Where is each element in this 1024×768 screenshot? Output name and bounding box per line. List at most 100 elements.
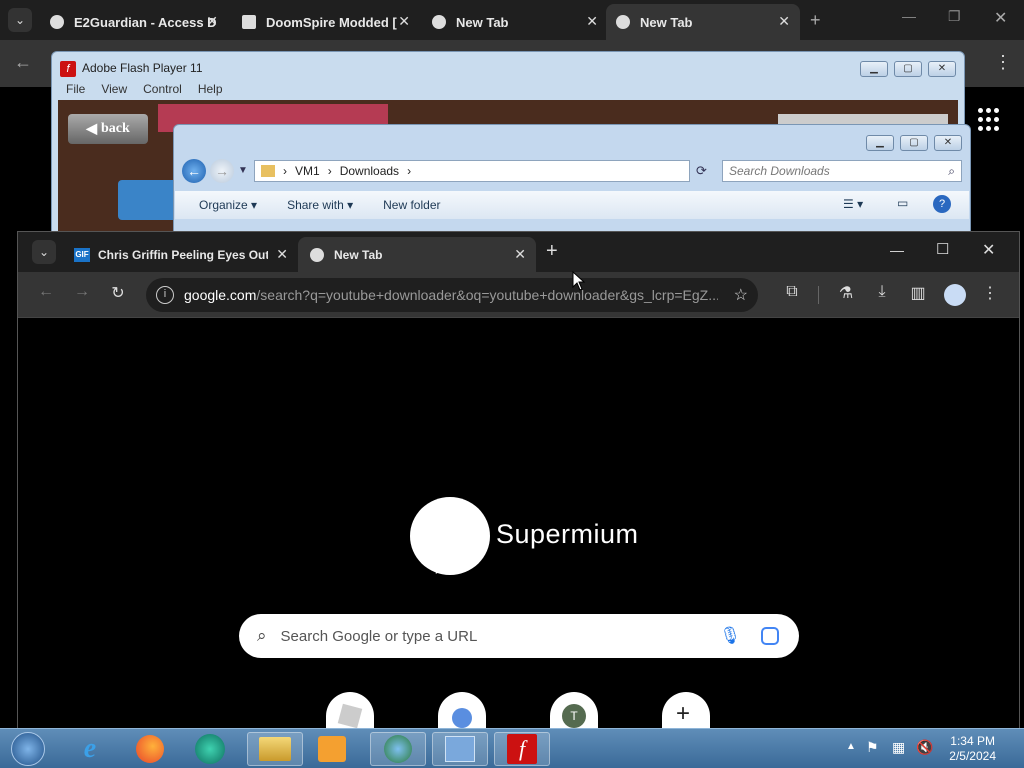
action-center-flag-icon[interactable]: ⚑ — [866, 739, 879, 756]
taskbar-explorer[interactable] — [247, 732, 303, 766]
close-window-icon[interactable]: ✕ — [994, 8, 1007, 28]
forward-arrow-icon[interactable]: → — [210, 159, 234, 183]
breadcrumb-vm1[interactable]: VM1 — [295, 164, 320, 178]
close-button[interactable]: ✕ — [934, 135, 962, 151]
tab-search-chevron-icon[interactable]: ⌄ — [32, 240, 56, 264]
start-button[interactable] — [6, 732, 50, 766]
back-arrow-icon[interactable]: ← — [182, 159, 206, 183]
history-chevron-icon[interactable]: ▼ — [238, 165, 248, 176]
bg-tab-new-tab-active[interactable]: New Tab ✕ — [606, 4, 800, 40]
menu-file[interactable]: File — [58, 82, 93, 100]
plus-icon: + — [676, 700, 691, 727]
close-window-icon[interactable]: ✕ — [982, 240, 995, 260]
globe-icon — [384, 735, 412, 763]
add-shortcut-button[interactable]: + — [662, 692, 710, 732]
back-arrow-icon[interactable]: ← — [34, 283, 58, 301]
maximize-button[interactable]: ▢ — [894, 61, 922, 77]
share-with-button[interactable]: Share with ▾ — [287, 198, 353, 212]
shortcut-tile[interactable] — [326, 692, 374, 732]
reload-icon[interactable]: ↻ — [106, 283, 130, 303]
profile-avatar-icon[interactable] — [944, 284, 966, 306]
taskbar-firefox[interactable] — [128, 732, 172, 766]
preview-pane-icon[interactable]: ▭ — [897, 196, 908, 210]
back-button[interactable]: ◀ back — [68, 114, 148, 144]
chevron-right-icon: › — [283, 164, 287, 178]
bg-tab-doomspire[interactable]: DoomSpire Modded [ ✕ — [232, 4, 420, 40]
extensions-icon[interactable]: ⧉ — [780, 283, 804, 301]
menu-dots-icon[interactable]: ⋮ — [978, 283, 1002, 303]
menu-control[interactable]: Control — [135, 82, 190, 100]
apps-grid-icon[interactable] — [978, 108, 1002, 132]
taskbar-media[interactable] — [310, 732, 354, 766]
shortcut-tile[interactable] — [438, 692, 486, 732]
view-options-icon[interactable]: ☰ ▾ — [843, 197, 863, 211]
mouse-cursor-icon — [572, 271, 586, 291]
minimize-icon[interactable]: — — [902, 8, 916, 24]
minimize-button[interactable]: ▁ — [860, 61, 888, 77]
minimize-button[interactable]: ▁ — [866, 135, 894, 151]
search-icon: ⌕ — [257, 626, 267, 645]
close-icon[interactable]: ✕ — [276, 246, 288, 263]
restore-icon[interactable]: ❐ — [948, 8, 961, 25]
site-info-icon[interactable]: i — [156, 286, 174, 304]
labs-flask-icon[interactable]: ⚗ — [834, 283, 858, 303]
omnibox[interactable]: i google.com/search?q=youtube+downloader… — [146, 278, 758, 312]
new-tab-plus-icon[interactable]: + — [546, 240, 558, 263]
close-icon[interactable]: ✕ — [514, 246, 526, 263]
new-tab-plus-icon[interactable]: + — [810, 10, 821, 31]
explorer-window[interactable]: ▁ ▢ ✕ ← → ▼ › VM1 › Downloads › ⟳ Search… — [173, 124, 971, 244]
refresh-icon[interactable]: ⟳ — [696, 163, 707, 179]
download-icon[interactable]: ⤓ — [870, 283, 894, 301]
minimize-icon[interactable]: — — [890, 242, 904, 258]
help-icon[interactable]: ? — [933, 195, 951, 213]
flash-icon: f — [507, 734, 537, 764]
bg-tab-title: New Tab — [456, 14, 509, 30]
back-arrow-icon[interactable]: ← — [14, 52, 32, 73]
menu-view[interactable]: View — [93, 82, 135, 100]
google-lens-icon[interactable] — [761, 627, 779, 645]
tray-chevron-icon[interactable]: ▲ — [846, 741, 856, 752]
bg-tab-new-tab[interactable]: New Tab ✕ — [422, 4, 608, 40]
system-clock[interactable]: 1:34 PM 2/5/2024 — [949, 734, 996, 764]
close-button[interactable]: ✕ — [928, 61, 956, 77]
menu-dots-icon[interactable]: ⋮ — [994, 52, 1012, 73]
taskbar-control-panel[interactable] — [432, 732, 488, 766]
tab-search-chevron-icon[interactable]: ⌄ — [8, 8, 32, 32]
close-icon[interactable]: ✕ — [398, 13, 410, 30]
forward-arrow-icon[interactable]: → — [70, 283, 94, 301]
taskbar-globe-app[interactable] — [370, 732, 426, 766]
supermium-icon — [432, 15, 446, 29]
breadcrumb-downloads[interactable]: Downloads — [340, 164, 399, 178]
menu-help[interactable]: Help — [190, 82, 231, 100]
maximize-button[interactable]: ▢ — [900, 135, 928, 151]
address-bar[interactable]: › VM1 › Downloads › — [254, 160, 690, 182]
front-browser-window[interactable]: ⌄ GIF Chris Griffin Peeling Eyes Out ( ✕… — [17, 231, 1020, 732]
play-button[interactable] — [118, 180, 178, 220]
folder-icon — [261, 165, 275, 177]
search-box[interactable]: ⌕ Search Google or type a URL 🎙 — [239, 614, 799, 658]
new-folder-button[interactable]: New folder — [383, 198, 440, 212]
bookmark-star-icon[interactable]: ☆ — [734, 285, 748, 305]
microphone-icon[interactable]: 🎙 — [719, 626, 741, 646]
clock-time: 1:34 PM — [950, 734, 995, 748]
shortcut-tile[interactable]: T — [550, 692, 598, 732]
volume-muted-icon[interactable]: 🔇 — [916, 739, 933, 756]
maximize-icon[interactable]: ☐ — [936, 240, 949, 258]
clock-date: 2/5/2024 — [949, 749, 996, 763]
side-panel-icon[interactable]: ▥ — [906, 283, 930, 303]
front-tab-strip: ⌄ GIF Chris Griffin Peeling Eyes Out ( ✕… — [18, 232, 1019, 272]
close-icon[interactable]: ✕ — [586, 13, 598, 30]
front-tab-gif[interactable]: GIF Chris Griffin Peeling Eyes Out ( ✕ — [62, 237, 298, 272]
search-icon[interactable]: ⌕ — [948, 164, 955, 179]
network-icon[interactable]: ▦ — [892, 739, 905, 756]
close-icon[interactable]: ✕ — [778, 13, 790, 30]
search-input[interactable]: Search Downloads ⌕ — [722, 160, 962, 182]
taskbar-flash[interactable]: f — [494, 732, 550, 766]
close-icon[interactable]: ✕ — [206, 13, 218, 30]
taskbar-ie[interactable]: e — [68, 732, 112, 766]
front-tab-new-tab-active[interactable]: New Tab ✕ — [298, 237, 536, 272]
organize-button[interactable]: Organize ▾ — [199, 198, 257, 212]
bg-tab-e2guardian[interactable]: E2Guardian - Access D ✕ — [40, 4, 228, 40]
flash-icon: f — [60, 61, 76, 77]
taskbar-supermium[interactable] — [188, 732, 232, 766]
